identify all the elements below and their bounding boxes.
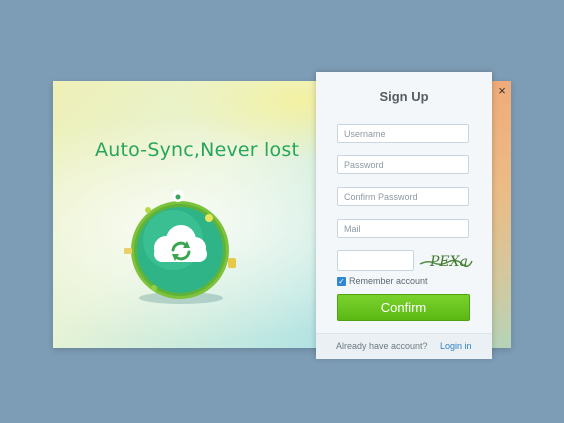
login-link[interactable]: Login in [440, 341, 472, 351]
captcha-image[interactable]: PEXa [418, 250, 474, 277]
checkbox-checked-icon[interactable]: ✓ [337, 277, 346, 286]
have-account-text: Already have account? [336, 341, 428, 351]
username-field[interactable] [337, 124, 469, 143]
password-field[interactable] [337, 155, 469, 174]
close-icon[interactable]: × [495, 84, 509, 98]
captcha-text: PEXa [429, 254, 468, 270]
promo-tagline: Auto-Sync,Never lost [95, 139, 300, 161]
remember-label: Remember account [349, 276, 428, 286]
confirm-password-field[interactable] [337, 187, 469, 206]
captcha-input[interactable] [337, 250, 414, 271]
signup-title: Sign Up [379, 89, 429, 104]
mail-field[interactable] [337, 219, 469, 238]
confirm-button[interactable]: Confirm [337, 294, 470, 321]
cloud-sync-globe-illustration [118, 188, 244, 308]
